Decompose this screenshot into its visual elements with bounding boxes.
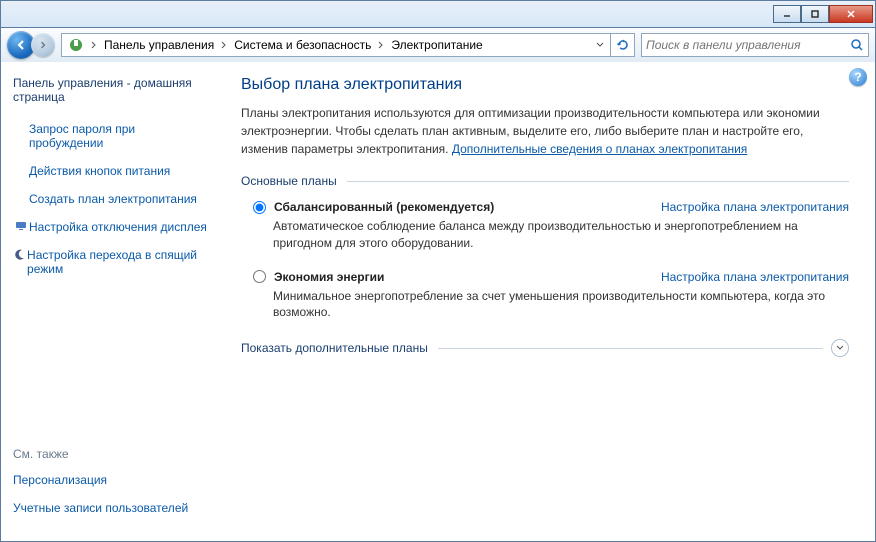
minimize-button[interactable] bbox=[773, 5, 801, 23]
window-titlebar bbox=[0, 0, 876, 28]
see-also-link[interactable]: Персонализация bbox=[13, 473, 211, 487]
more-info-link[interactable]: Дополнительные сведения о планах электро… bbox=[452, 142, 747, 156]
breadcrumb-sep-icon[interactable] bbox=[375, 41, 387, 49]
help-icon[interactable]: ? bbox=[849, 68, 867, 86]
breadcrumb-item[interactable]: Электропитание bbox=[387, 38, 486, 52]
plan-name: Сбалансированный (рекомендуется) bbox=[274, 200, 494, 214]
plan-description: Автоматическое соблюдение баланса между … bbox=[253, 218, 849, 252]
refresh-button[interactable] bbox=[611, 33, 635, 57]
control-panel-home-link[interactable]: Панель управления - домашняя страница bbox=[13, 76, 211, 104]
sidebar: Панель управления - домашняя страница За… bbox=[1, 62, 223, 541]
plan-radio[interactable] bbox=[253, 201, 266, 214]
search-box[interactable] bbox=[641, 33, 869, 57]
group-header-main: Основные планы bbox=[241, 174, 849, 188]
plan-name: Экономия энергии bbox=[274, 270, 384, 284]
plan-radio[interactable] bbox=[253, 270, 266, 283]
sidebar-link[interactable]: Создать план электропитания bbox=[29, 192, 211, 206]
see-also-link[interactable]: Учетные записи пользователей bbox=[13, 501, 211, 515]
breadcrumb-sep-icon[interactable] bbox=[218, 41, 230, 49]
sidebar-link[interactable]: Настройка перехода в спящий режим bbox=[29, 248, 211, 276]
monitor-icon bbox=[13, 220, 29, 232]
plan-settings-link[interactable]: Настройка плана электропитания bbox=[661, 200, 849, 214]
main-panel: ? Выбор плана электропитания Планы элект… bbox=[223, 62, 875, 541]
address-dropdown-icon[interactable] bbox=[592, 42, 608, 48]
address-bar[interactable]: Панель управления Система и безопасность… bbox=[61, 33, 611, 57]
moon-icon bbox=[13, 248, 27, 260]
breadcrumb-item[interactable]: Панель управления bbox=[100, 38, 218, 52]
maximize-button[interactable] bbox=[801, 5, 829, 23]
power-plan: Сбалансированный (рекомендуется) Настрой… bbox=[241, 200, 849, 252]
navigation-bar: Панель управления Система и безопасность… bbox=[0, 28, 876, 62]
control-panel-icon bbox=[68, 37, 84, 53]
sidebar-link[interactable]: Запрос пароля при пробуждении bbox=[29, 122, 211, 150]
breadcrumb-sep-icon[interactable] bbox=[88, 41, 100, 49]
chevron-down-icon[interactable] bbox=[831, 339, 849, 357]
group-header-extra[interactable]: Показать дополнительные планы bbox=[241, 339, 849, 357]
search-input[interactable] bbox=[646, 38, 850, 52]
close-button[interactable] bbox=[829, 5, 873, 23]
content-area: Панель управления - домашняя страница За… bbox=[0, 62, 876, 542]
plan-description: Минимальное энергопотребление за счет ум… bbox=[253, 288, 849, 322]
plan-settings-link[interactable]: Настройка плана электропитания bbox=[661, 270, 849, 284]
sidebar-link[interactable]: Настройка отключения дисплея bbox=[29, 220, 211, 234]
page-description: Планы электропитания используются для оп… bbox=[241, 104, 849, 158]
power-plan: Экономия энергии Настройка плана электро… bbox=[241, 270, 849, 322]
sidebar-link[interactable]: Действия кнопок питания bbox=[29, 164, 211, 178]
search-icon[interactable] bbox=[850, 38, 864, 52]
forward-button[interactable] bbox=[31, 33, 55, 57]
breadcrumb-item[interactable]: Система и безопасность bbox=[230, 38, 375, 52]
page-title: Выбор плана электропитания bbox=[241, 76, 849, 94]
see-also-header: См. также bbox=[13, 447, 211, 461]
